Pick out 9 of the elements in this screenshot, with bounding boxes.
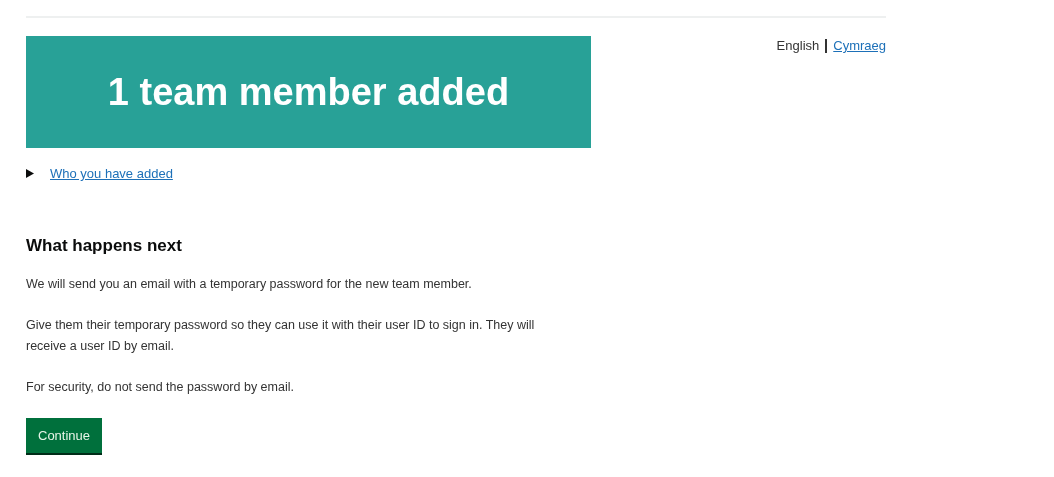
paragraph: We will send you an email with a temporary password for the new team member. — [26, 275, 473, 293]
panel-title: 1 team member added — [107, 69, 510, 115]
paragraph: Give them their temporary password so they can use it with their user ID to sign in. They will receive a user ID by email. — [26, 316, 536, 355]
paragraph: For security, do not send the password by email. — [26, 378, 295, 396]
details-link[interactable]: Who you have added — [50, 164, 173, 184]
continue-button[interactable]: Continue — [26, 417, 103, 454]
language-current: English — [776, 37, 820, 55]
language-link[interactable]: Cymraeg — [833, 36, 886, 56]
section-heading: What happens next — [26, 235, 183, 256]
